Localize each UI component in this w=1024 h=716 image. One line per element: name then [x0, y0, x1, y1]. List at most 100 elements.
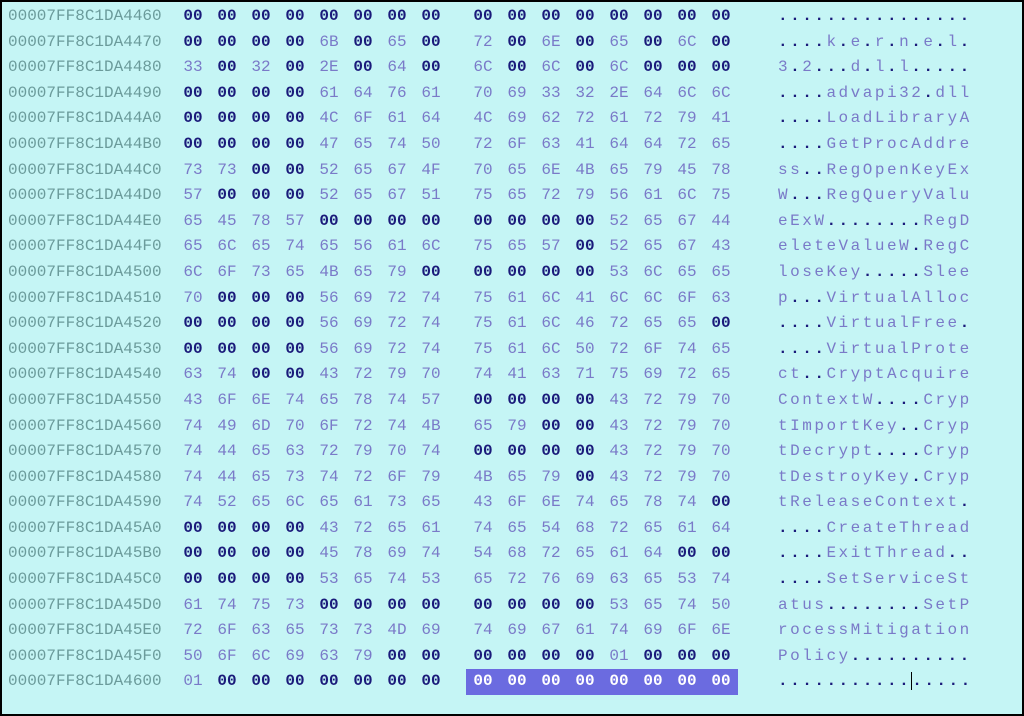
hex-byte[interactable]: 44 [210, 465, 244, 491]
ascii-char[interactable]: . [826, 212, 838, 230]
hex-byte[interactable]: 00 [244, 362, 278, 388]
ascii-char[interactable]: h [887, 544, 899, 562]
hex-byte[interactable]: 57 [414, 388, 448, 414]
hex-bytes[interactable]: 656C65746556616C7565570052656743 [176, 234, 760, 260]
ascii-column[interactable]: ....VirtualFree. [760, 311, 972, 337]
ascii-char[interactable]: p [875, 84, 887, 102]
hex-byte[interactable]: 4B [312, 260, 346, 286]
ascii-char[interactable]: . [839, 7, 851, 25]
hex-byte[interactable]: 00 [176, 132, 210, 158]
hex-byte[interactable]: 65 [346, 567, 380, 593]
ascii-column[interactable]: W...RegQueryValu [760, 183, 972, 209]
ascii-char[interactable]: i [887, 109, 899, 127]
hex-byte[interactable]: 63 [244, 618, 278, 644]
hex-byte[interactable]: 65 [500, 183, 534, 209]
hex-bytes[interactable]: 74496D706F72744B6579000043727970 [176, 414, 760, 440]
hex-byte[interactable]: 6C [414, 234, 448, 260]
ascii-char[interactable]: . [923, 647, 935, 665]
ascii-char[interactable]: u [875, 340, 887, 358]
hex-byte[interactable]: 00 [568, 388, 602, 414]
ascii-char[interactable]: p [814, 417, 826, 435]
hex-byte[interactable]: 43 [312, 516, 346, 542]
hex-byte[interactable]: 00 [568, 644, 602, 670]
hex-byte[interactable]: 63 [176, 362, 210, 388]
ascii-char[interactable]: . [802, 365, 814, 383]
ascii-char[interactable]: o [790, 621, 802, 639]
ascii-char[interactable]: i [887, 84, 899, 102]
ascii-char[interactable]: V [826, 314, 838, 332]
hex-dump-view[interactable]: 00007FF8C1DA4460000000000000000000000000… [8, 4, 1016, 695]
ascii-char[interactable]: r [935, 417, 947, 435]
hex-byte[interactable]: 74 [414, 286, 448, 312]
ascii-char[interactable]: a [911, 621, 923, 639]
ascii-char[interactable]: . [778, 314, 790, 332]
ascii-column[interactable]: ................ [760, 4, 972, 30]
ascii-char[interactable]: C [923, 442, 935, 460]
hex-byte[interactable]: 65 [244, 439, 278, 465]
ascii-char[interactable]: L [826, 109, 838, 127]
ascii-char[interactable]: t [863, 314, 875, 332]
ascii-char[interactable]: . [802, 672, 814, 690]
hex-byte[interactable]: 6F [210, 388, 244, 414]
ascii-char[interactable]: W [899, 237, 911, 255]
ascii-char[interactable]: a [851, 237, 863, 255]
hex-byte[interactable]: 00 [210, 4, 244, 30]
hex-byte[interactable]: 01 [602, 644, 636, 670]
ascii-char[interactable]: A [887, 365, 899, 383]
ascii-char[interactable]: . [778, 135, 790, 153]
hex-byte[interactable]: 74 [602, 618, 636, 644]
ascii-char[interactable]: e [875, 417, 887, 435]
hex-byte[interactable]: 00 [278, 81, 312, 107]
ascii-char[interactable]: s [814, 468, 826, 486]
ascii-char[interactable]: A [911, 135, 923, 153]
hex-row[interactable]: 00007FF8C1DA4530000000005669727475616C50… [8, 337, 1016, 363]
hex-byte[interactable]: 78 [244, 209, 278, 235]
ascii-char[interactable]: d [935, 544, 947, 562]
ascii-char[interactable]: o [935, 340, 947, 358]
hex-byte[interactable]: 65 [278, 260, 312, 286]
ascii-char[interactable]: e [935, 596, 947, 614]
hex-row[interactable]: 00007FF8C1DA4550436F6E746578745700000000… [8, 388, 1016, 414]
hex-byte[interactable]: 00 [534, 439, 568, 465]
hex-byte[interactable]: 6C [534, 286, 568, 312]
ascii-char[interactable]: s [778, 161, 790, 179]
hex-byte[interactable]: 00 [244, 337, 278, 363]
ascii-char[interactable]: i [851, 544, 863, 562]
hex-byte[interactable]: 00 [500, 260, 534, 286]
ascii-char[interactable]: t [863, 340, 875, 358]
hex-byte[interactable]: 00 [500, 644, 534, 670]
ascii-char[interactable]: t [814, 237, 826, 255]
hex-byte[interactable]: 54 [466, 541, 500, 567]
ascii-char[interactable]: . [863, 33, 875, 51]
ascii-char[interactable]: . [790, 289, 802, 307]
ascii-char[interactable]: K [863, 417, 875, 435]
ascii-char[interactable]: l [899, 289, 911, 307]
hex-byte[interactable]: 00 [414, 593, 448, 619]
ascii-char[interactable]: e [839, 161, 851, 179]
hex-row[interactable]: 00007FF8C1DA45807444657374726F794B657900… [8, 465, 1016, 491]
ascii-char[interactable]: d [935, 84, 947, 102]
hex-byte[interactable]: 45 [670, 158, 704, 184]
hex-byte[interactable]: 00 [466, 260, 500, 286]
ascii-column[interactable]: tDecrypt....Cryp [760, 439, 972, 465]
hex-byte[interactable]: 00 [176, 30, 210, 56]
hex-byte[interactable]: 56 [312, 311, 346, 337]
hex-byte[interactable]: 41 [568, 132, 602, 158]
ascii-char[interactable]: . [814, 7, 826, 25]
ascii-char[interactable]: . [923, 58, 935, 76]
hex-byte[interactable]: 44 [704, 209, 738, 235]
hex-byte[interactable]: 72 [602, 311, 636, 337]
hex-byte[interactable]: 6C [244, 644, 278, 670]
ascii-char[interactable]: . [911, 391, 923, 409]
ascii-char[interactable]: o [851, 468, 863, 486]
ascii-char[interactable]: y [911, 186, 923, 204]
ascii-column[interactable]: eExW........RegD [760, 209, 972, 235]
hex-byte[interactable]: 65 [312, 388, 346, 414]
ascii-char[interactable]: . [790, 84, 802, 102]
ascii-char[interactable]: l [923, 289, 935, 307]
ascii-char[interactable]: . [778, 33, 790, 51]
hex-byte[interactable]: 51 [414, 183, 448, 209]
hex-byte[interactable]: 70 [704, 388, 738, 414]
hex-byte[interactable]: 74 [176, 439, 210, 465]
ascii-char[interactable]: o [826, 417, 838, 435]
